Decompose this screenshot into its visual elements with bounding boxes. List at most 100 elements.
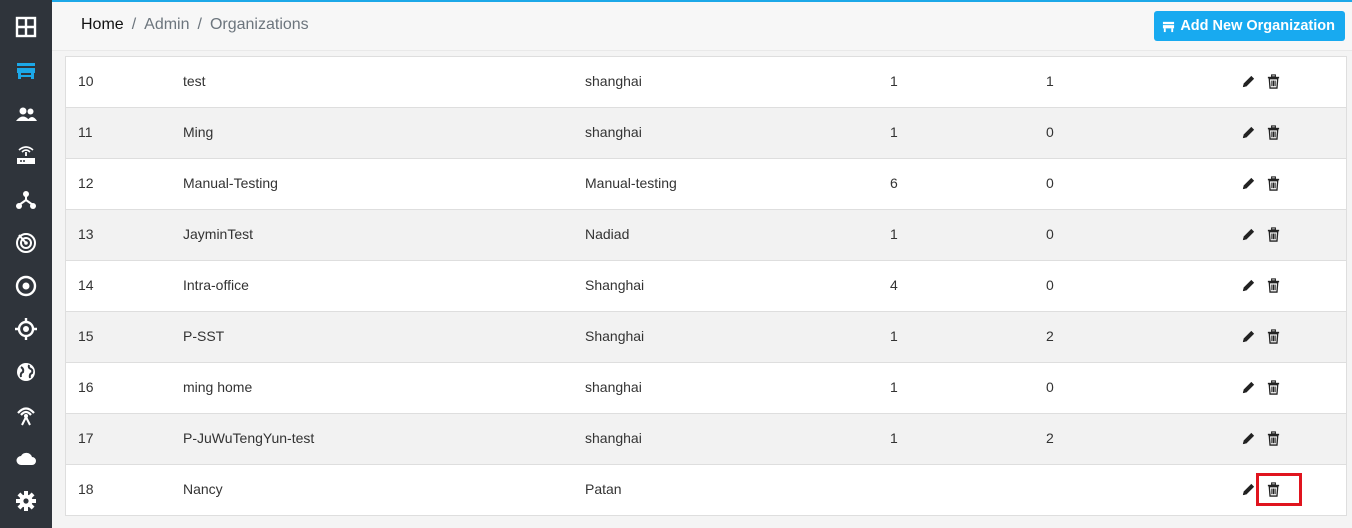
sidebar-item-topology[interactable] — [0, 179, 52, 221]
radar-icon — [16, 233, 36, 253]
table-row: 17 P-JuWuTengYun-test shanghai 1 2 — [66, 414, 1346, 465]
edit-button[interactable] — [1241, 379, 1256, 395]
row-actions — [1241, 226, 1281, 242]
org-name: Intra-office — [183, 277, 249, 293]
org-count-2: 2 — [1046, 430, 1054, 446]
org-name: JayminTest — [183, 226, 254, 242]
table-row: 14 Intra-office Shanghai 4 0 — [66, 261, 1346, 312]
org-count-1: 1 — [890, 124, 898, 140]
org-count-2: 0 — [1046, 277, 1054, 293]
sidebar-item-wireless[interactable] — [0, 394, 52, 436]
edit-button[interactable] — [1241, 73, 1256, 89]
table-row: 11 Ming shanghai 1 0 — [66, 108, 1346, 159]
trash-icon — [1267, 328, 1280, 344]
org-count-1: 4 — [890, 277, 898, 293]
page-header: Home / Admin / Organizations Add New Organiz… — [52, 2, 1352, 51]
pencil-icon — [1242, 279, 1255, 291]
org-id: 17 — [78, 430, 94, 446]
edit-button[interactable] — [1241, 124, 1256, 140]
trash-icon — [1267, 277, 1280, 293]
breadcrumb-current: Organizations — [209, 16, 309, 33]
org-count-2: 0 — [1046, 226, 1054, 242]
table-row: 10 test shanghai 1 1 — [66, 57, 1346, 108]
org-city: shanghai — [585, 379, 642, 395]
trash-icon — [1267, 175, 1280, 191]
breadcrumb-admin[interactable]: Admin — [144, 16, 189, 33]
add-organization-button[interactable]: Add New Organization — [1154, 11, 1345, 41]
table-row: 12 Manual-Testing Manual-testing 6 0 — [66, 159, 1346, 210]
row-actions — [1241, 430, 1281, 446]
sidebar-item-location[interactable] — [0, 308, 52, 350]
crosshair-icon — [15, 318, 37, 340]
org-count-1: 1 — [890, 379, 898, 395]
org-id: 18 — [78, 481, 94, 497]
delete-button[interactable] — [1266, 430, 1281, 446]
org-city: Shanghai — [585, 277, 645, 293]
sidebar-item-settings[interactable] — [0, 480, 52, 522]
delete-button[interactable] — [1266, 73, 1281, 89]
org-count-1: 6 — [890, 175, 898, 191]
sidebar-item-cloud[interactable] — [0, 437, 52, 479]
delete-button[interactable] — [1266, 175, 1281, 191]
delete-button[interactable] — [1266, 277, 1281, 293]
pencil-icon — [1242, 381, 1255, 393]
delete-button[interactable] — [1266, 379, 1281, 395]
pencil-icon — [1242, 483, 1255, 495]
row-actions — [1241, 73, 1281, 89]
org-id: 15 — [78, 328, 94, 344]
row-actions — [1241, 175, 1281, 191]
network-icon — [16, 191, 36, 209]
edit-button[interactable] — [1241, 328, 1256, 344]
org-id: 12 — [78, 175, 94, 191]
dashboard-icon — [15, 16, 37, 38]
breadcrumb-separator: / — [197, 16, 202, 33]
row-actions — [1241, 379, 1281, 395]
delete-button[interactable] — [1266, 226, 1281, 242]
edit-button[interactable] — [1241, 226, 1256, 242]
org-city: shanghai — [585, 124, 642, 140]
org-id: 16 — [78, 379, 94, 395]
breadcrumb-home[interactable]: Home — [81, 16, 124, 33]
org-count-2: 0 — [1046, 124, 1054, 140]
sidebar-item-users[interactable] — [0, 93, 52, 135]
router-icon — [17, 146, 35, 164]
delete-button[interactable] — [1266, 328, 1281, 344]
edit-button[interactable] — [1241, 430, 1256, 446]
edit-button[interactable] — [1241, 277, 1256, 293]
table-row: 15 P-SST Shanghai 1 2 — [66, 312, 1346, 363]
org-name: Nancy — [183, 481, 223, 497]
org-count-2: 2 — [1046, 328, 1054, 344]
pencil-icon — [1242, 228, 1255, 240]
org-city: Shanghai — [585, 328, 645, 344]
org-city: shanghai — [585, 430, 642, 446]
org-name: P-JuWuTengYun-test — [183, 430, 315, 446]
org-count-1: 1 — [890, 328, 898, 344]
target-icon — [15, 275, 37, 297]
org-city: Nadiad — [585, 226, 630, 242]
pencil-icon — [1242, 177, 1255, 189]
pencil-icon — [1242, 432, 1255, 444]
delete-button[interactable] — [1266, 124, 1281, 140]
org-name: P-SST — [183, 328, 225, 344]
org-count-2: 0 — [1046, 175, 1054, 191]
sidebar-item-organizations[interactable] — [0, 50, 52, 92]
org-count-1: 1 — [890, 73, 898, 89]
edit-button[interactable] — [1241, 175, 1256, 191]
org-count-1: 1 — [890, 226, 898, 242]
org-id: 11 — [78, 124, 93, 140]
org-city: Manual-testing — [585, 175, 677, 191]
sidebar-item-target[interactable] — [0, 265, 52, 307]
wireless-icon — [17, 407, 35, 426]
breadcrumb-separator: / — [131, 16, 137, 33]
sidebar-item-web[interactable] — [0, 351, 52, 393]
table-row: 18 Nancy Patan — [66, 465, 1346, 515]
sidebar-item-dashboard[interactable] — [0, 6, 52, 48]
sidebar — [0, 0, 52, 528]
organizations-table: 10 test shanghai 1 1 11 Ming shanghai 1 0 12 Manual… — [65, 56, 1347, 516]
sidebar-item-radar[interactable] — [0, 222, 52, 264]
users-icon — [16, 107, 37, 121]
trash-icon — [1267, 226, 1280, 242]
trash-icon — [1267, 73, 1280, 89]
sidebar-item-devices[interactable] — [0, 136, 52, 178]
edit-button[interactable] — [1241, 481, 1256, 497]
